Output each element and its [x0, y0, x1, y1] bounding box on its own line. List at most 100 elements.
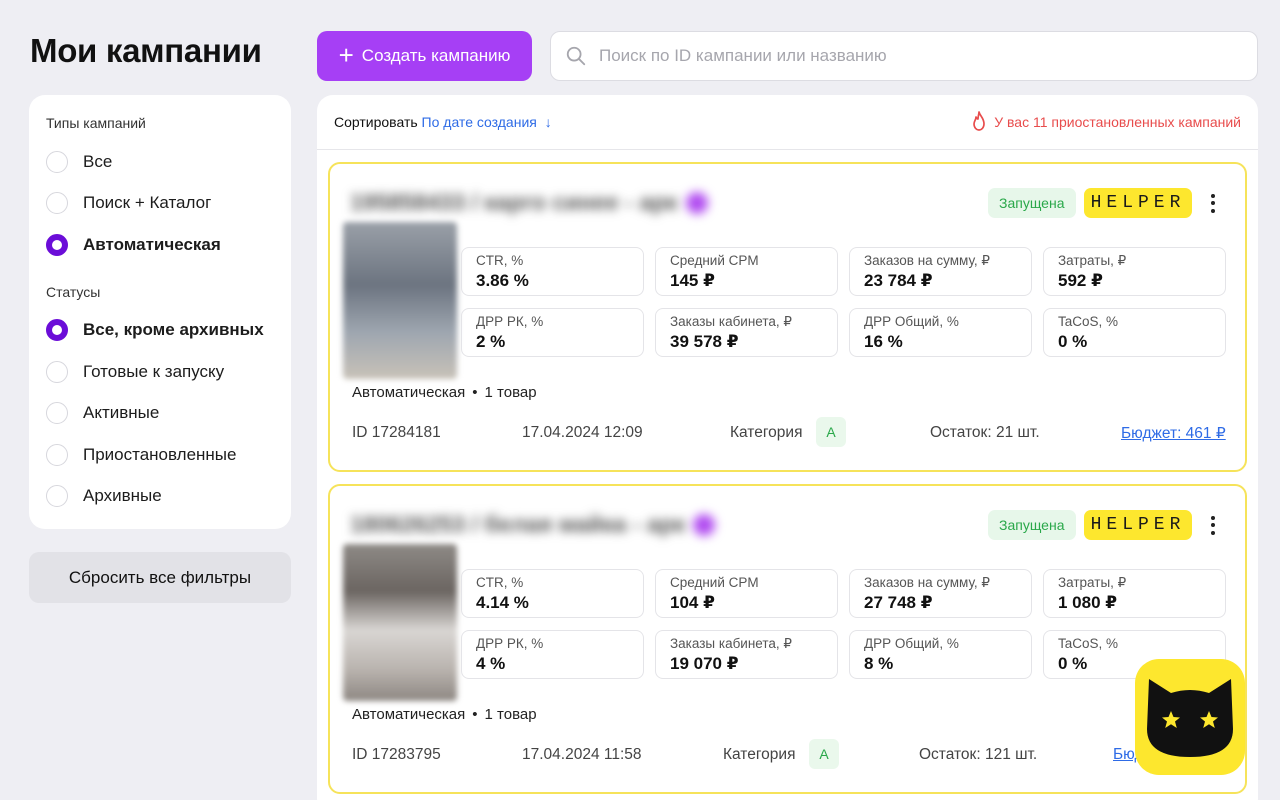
- helper-button[interactable]: HELPER: [1084, 510, 1192, 540]
- category-label: Категория: [730, 424, 803, 441]
- metric-spend: Затраты, ₽ 592 ₽: [1043, 247, 1226, 296]
- radio-button-checked[interactable]: [46, 319, 68, 342]
- filter-status-all-except-archived[interactable]: Все, кроме архивных: [46, 310, 274, 352]
- items-count: 1 товар: [484, 384, 537, 401]
- metric-value: 19 070 ₽: [670, 654, 739, 673]
- cat-mascot-widget[interactable]: [1135, 659, 1245, 775]
- metric-value: 145 ₽: [670, 271, 715, 290]
- helper-button[interactable]: HELPER: [1084, 188, 1192, 218]
- sort-bar: Сортировать По дате создания ↓ У вас 11 …: [317, 95, 1258, 150]
- metric-label: Заказы кабинета, ₽: [670, 314, 792, 329]
- metric-value: 0 %: [1058, 332, 1088, 351]
- radio-label: Поиск + Каталог: [83, 193, 212, 213]
- campaign-type-line: Автоматическая • 1 товар: [352, 384, 537, 401]
- metric-label: ДРР РК, %: [476, 314, 544, 329]
- stock-remaining: Остаток: 121 шт.: [919, 746, 1038, 763]
- radio-button[interactable]: [46, 192, 68, 215]
- campaign-date: 17.04.2024 11:58: [522, 746, 642, 763]
- metric-value: 8 %: [864, 654, 894, 673]
- radio-button-checked[interactable]: [46, 233, 68, 256]
- radio-label: Все: [83, 151, 113, 171]
- category-badge: A: [809, 739, 839, 769]
- metric-value: 39 578 ₽: [670, 332, 739, 351]
- radio-label: Готовые к запуску: [83, 361, 225, 381]
- radio-button[interactable]: [46, 485, 68, 508]
- more-options-icon[interactable]: [1206, 188, 1220, 218]
- product-thumbnail: [343, 544, 457, 701]
- radio-button[interactable]: [46, 150, 68, 173]
- filter-type-automatic[interactable]: Автоматическая: [46, 224, 274, 266]
- search-box[interactable]: [550, 31, 1258, 81]
- stock-remaining: Остаток: 21 шт.: [930, 424, 1040, 441]
- metric-spend: Затраты, ₽ 1 080 ₽: [1043, 569, 1226, 618]
- category-badge: A: [816, 417, 846, 447]
- campaign-id: ID 17284181: [352, 424, 441, 441]
- plus-icon: +: [338, 39, 354, 70]
- filter-type-search-catalog[interactable]: Поиск + Каталог: [46, 183, 274, 225]
- metric-ctr: CTR, % 4.14 %: [461, 569, 644, 618]
- filter-status-archived[interactable]: Архивные: [46, 476, 274, 518]
- filter-status-ready[interactable]: Готовые к запуску: [46, 351, 274, 393]
- sort-arrow-down-icon[interactable]: ↓: [545, 114, 552, 130]
- create-campaign-button[interactable]: + Создать кампанию: [317, 31, 532, 81]
- metric-label: Заказы кабинета, ₽: [670, 636, 792, 651]
- create-campaign-label: Создать кампанию: [361, 46, 511, 65]
- campaign-types-label: Типы кампаний: [46, 115, 146, 131]
- metric-label: CTR, %: [476, 575, 524, 590]
- warning-text: У вас 11 приостановленных кампаний: [994, 114, 1241, 130]
- metric-label: ДРР Общий, %: [864, 314, 959, 329]
- sort-by-date-link[interactable]: По дате создания: [422, 114, 537, 130]
- campaign-name-text: 195858433 / карго синее - арк: [350, 189, 678, 215]
- metric-orders-sum: Заказов на сумму, ₽ 27 748 ₽: [849, 569, 1032, 618]
- cat-face-icon: [1147, 679, 1233, 757]
- metric-value: 23 784 ₽: [864, 271, 933, 290]
- campaign-list-panel: Сортировать По дате создания ↓ У вас 11 …: [317, 95, 1258, 800]
- campaign-name[interactable]: 180626253 / белая майка - арк: [350, 511, 716, 538]
- campaign-card[interactable]: 195858433 / карго синее - арк Запущена H…: [328, 162, 1247, 472]
- metric-label: Затраты, ₽: [1058, 253, 1127, 268]
- filter-status-paused[interactable]: Приостановленные: [46, 434, 274, 476]
- status-badge: Запущена: [988, 188, 1076, 218]
- metric-label: ДРР Общий, %: [864, 636, 959, 651]
- campaign-id: ID 17283795: [352, 746, 441, 763]
- metric-orders-sum: Заказов на сумму, ₽ 23 784 ₽: [849, 247, 1032, 296]
- product-thumbnail: [343, 222, 457, 379]
- metric-value: 4.14 %: [476, 593, 529, 612]
- metric-value: 27 748 ₽: [864, 593, 933, 612]
- metric-cabinet-orders: Заказы кабинета, ₽ 39 578 ₽: [655, 308, 838, 357]
- sort-control: Сортировать По дате создания ↓: [334, 114, 552, 130]
- filter-type-all[interactable]: Все: [46, 141, 274, 183]
- category-label: Категория: [723, 746, 796, 763]
- campaign-color-dot: [685, 191, 708, 214]
- metric-value: 4 %: [476, 654, 506, 673]
- campaign-card[interactable]: 180626253 / белая майка - арк Запущена H…: [328, 484, 1247, 794]
- flame-icon: [973, 111, 986, 131]
- metric-value: 3.86 %: [476, 271, 529, 290]
- metric-cabinet-orders: Заказы кабинета, ₽ 19 070 ₽: [655, 630, 838, 679]
- search-icon: [566, 46, 586, 66]
- more-options-icon[interactable]: [1206, 510, 1220, 540]
- search-input[interactable]: [599, 46, 1257, 66]
- metric-avg-cpm: Средний CPM 104 ₽: [655, 569, 838, 618]
- campaign-color-dot: [693, 513, 716, 536]
- paused-campaigns-warning[interactable]: У вас 11 приостановленных кампаний: [969, 111, 1241, 133]
- page-title: Мои кампании: [30, 32, 262, 69]
- filter-status-active[interactable]: Активные: [46, 393, 274, 435]
- campaign-type: Автоматическая: [352, 706, 466, 723]
- radio-label: Активные: [83, 403, 160, 423]
- radio-button[interactable]: [46, 360, 68, 383]
- metric-drr-rk: ДРР РК, % 2 %: [461, 308, 644, 357]
- metric-label: Затраты, ₽: [1058, 575, 1127, 590]
- radio-label: Архивные: [83, 486, 162, 506]
- metric-drr-total: ДРР Общий, % 16 %: [849, 308, 1032, 357]
- campaign-name[interactable]: 195858433 / карго синее - арк: [350, 189, 708, 216]
- metric-ctr: CTR, % 3.86 %: [461, 247, 644, 296]
- radio-button[interactable]: [46, 402, 68, 425]
- reset-filters-button[interactable]: Сбросить все фильтры: [29, 552, 291, 603]
- campaign-type-line: Автоматическая • 1 товар: [352, 706, 537, 723]
- metric-label: Заказов на сумму, ₽: [864, 253, 990, 268]
- budget-link[interactable]: Бюджет: 461 ₽: [1121, 424, 1226, 443]
- radio-button[interactable]: [46, 443, 68, 466]
- metric-value: 2 %: [476, 332, 506, 351]
- statuses-label: Статусы: [46, 283, 101, 300]
